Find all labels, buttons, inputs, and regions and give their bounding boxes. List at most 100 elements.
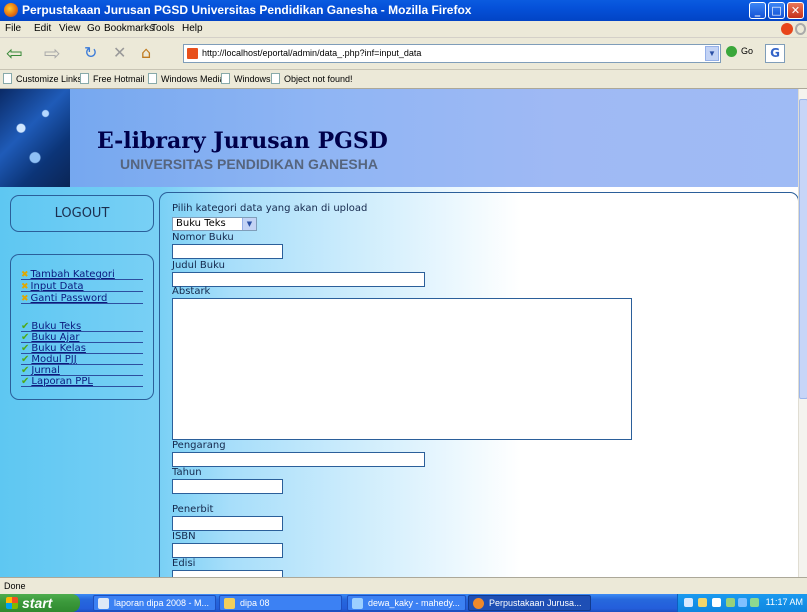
forward-button[interactable]: ⇨ <box>44 42 61 64</box>
maximize-button[interactable]: □ <box>768 2 785 19</box>
firefox-icon <box>473 598 484 609</box>
abstrak-textarea[interactable] <box>172 298 632 440</box>
status-bar: Done <box>0 577 807 594</box>
chevron-down-icon: ▼ <box>242 218 256 230</box>
menu-help[interactable]: Help <box>182 23 203 34</box>
clock[interactable]: 11:17 AM <box>766 597 803 607</box>
nomor-buku-label: Nomor Buku <box>172 232 234 243</box>
check-icon: ✔ <box>21 354 30 365</box>
menu-link-tambah-kategori[interactable]: ✖ Tambah Kategori <box>21 269 143 280</box>
site-logo <box>0 89 70 187</box>
form-intro-label: Pilih kategori data yang akan di upload <box>172 203 368 214</box>
title-bar[interactable]: Perpustakaan Jurusan PGSD Universitas Pe… <box>0 0 807 21</box>
category-select[interactable]: Buku Teks ▼ <box>172 217 257 231</box>
throbber-icon <box>795 23 806 35</box>
scrollbar-thumb[interactable] <box>799 99 807 399</box>
abstrak-label: Abstark <box>172 286 211 297</box>
home-button[interactable]: ⌂ <box>141 42 151 64</box>
edisi-label: Edisi <box>172 558 196 569</box>
tahun-input[interactable] <box>172 479 283 494</box>
menu-link-buku-ajar[interactable]: ✔ Buku Ajar <box>21 332 143 343</box>
penerbit-label: Penerbit <box>172 504 214 515</box>
bookmarks-toolbar: Customize Links Free Hotmail Windows Med… <box>0 70 807 89</box>
window-title: Perpustakaan Jurusan PGSD Universitas Pe… <box>22 3 472 17</box>
site-subtitle: UNIVERSITAS PENDIDIKAN GANESHA <box>120 156 378 172</box>
edisi-input[interactable] <box>172 570 283 577</box>
page-favicon-icon <box>187 48 198 59</box>
task-laporan-dipa[interactable]: laporan dipa 2008 - M... <box>93 595 216 611</box>
windows-logo-icon <box>6 597 18 609</box>
penerbit-input[interactable] <box>172 516 283 531</box>
menu-go[interactable]: Go <box>87 23 100 34</box>
page-icon <box>148 73 157 84</box>
bookmark-windows-media[interactable]: Windows Media <box>148 73 225 84</box>
tray-icon[interactable] <box>698 598 707 607</box>
judul-buku-label: Judul Buku <box>172 260 225 271</box>
url-bar[interactable]: http://localhost/eportal/admin/data_.php… <box>183 44 721 63</box>
stop-button[interactable]: ✕ <box>113 42 126 64</box>
menu-link-modul-pjj[interactable]: ✔ Modul PJJ <box>21 354 143 365</box>
minimize-button[interactable]: _ <box>749 2 766 19</box>
star-icon: ✖ <box>21 294 29 304</box>
menu-link-ganti-password[interactable]: ✖ Ganti Password <box>21 293 143 304</box>
menu-edit[interactable]: Edit <box>34 23 51 34</box>
bookmark-free-hotmail[interactable]: Free Hotmail <box>80 73 145 84</box>
bookmark-customize-links[interactable]: Customize Links <box>3 73 82 84</box>
menu-link-jurnal[interactable]: ✔ Jurnal <box>21 365 143 376</box>
tray-icon[interactable] <box>684 598 693 607</box>
check-icon: ✔ <box>21 343 30 354</box>
menu-bookmarks[interactable]: Bookmarks <box>104 23 154 34</box>
task-perpustakaan[interactable]: Perpustakaan Jurusa... <box>468 595 591 611</box>
menu-link-laporan-ppl[interactable]: ✔ Laporan PPL <box>21 376 143 387</box>
vertical-scrollbar[interactable] <box>798 89 807 577</box>
isbn-input[interactable] <box>172 543 283 558</box>
tray-icon[interactable] <box>738 598 747 607</box>
navigation-toolbar: ⇦ ⇨ ↻ ✕ ⌂ http://localhost/eportal/admin… <box>0 38 807 70</box>
tray-icon[interactable] <box>726 598 735 607</box>
reload-button[interactable]: ↻ <box>84 42 97 64</box>
admin-menu: ✖ Tambah Kategori ✖ Input Data ✖ Ganti Pass… <box>10 254 154 400</box>
site-title: E-library Jurusan PGSD <box>97 128 388 154</box>
tray-icon[interactable] <box>712 598 721 607</box>
menu-link-buku-kelas[interactable]: ✔ Buku Kelas <box>21 343 143 354</box>
page-icon <box>271 73 280 84</box>
start-button[interactable]: start <box>0 594 80 612</box>
check-icon: ✔ <box>21 332 30 343</box>
tahun-label: Tahun <box>172 467 202 478</box>
search-box[interactable]: G <box>765 44 785 63</box>
bookmark-windows[interactable]: Windows <box>221 73 271 84</box>
url-dropdown-icon[interactable]: ▼ <box>705 46 719 61</box>
menu-file[interactable]: File <box>5 23 21 34</box>
pengarang-label: Pengarang <box>172 440 226 451</box>
star-icon: ✖ <box>21 282 29 292</box>
menu-view[interactable]: View <box>59 23 81 34</box>
menu-link-buku-teks[interactable]: ✔ Buku Teks <box>21 321 143 332</box>
browser-icon <box>352 598 363 609</box>
logout-link[interactable]: LOGOUT <box>10 195 154 232</box>
system-tray: 11:17 AM <box>677 594 807 612</box>
judul-buku-input[interactable] <box>172 272 425 287</box>
star-icon: ✖ <box>21 270 29 280</box>
close-button[interactable]: ✕ <box>787 2 804 19</box>
tray-icon[interactable] <box>750 598 759 607</box>
site-header: E-library Jurusan PGSD UNIVERSITAS PENDI… <box>0 89 798 187</box>
isbn-label: ISBN <box>172 531 196 542</box>
windows-taskbar: start laporan dipa 2008 - M... dipa 08 d… <box>0 594 807 612</box>
folder-icon <box>224 598 235 609</box>
nomor-buku-input[interactable] <box>172 244 283 259</box>
firefox-icon <box>4 3 18 17</box>
bookmark-object-not-found[interactable]: Object not found! <box>271 73 353 84</box>
menu-tools[interactable]: Tools <box>151 23 174 34</box>
url-text: http://localhost/eportal/admin/data_.php… <box>202 48 422 58</box>
task-dipa-08[interactable]: dipa 08 <box>219 595 342 611</box>
pengarang-input[interactable] <box>172 452 425 467</box>
menu-bar: File Edit View Go Bookmarks Tools Help <box>0 21 807 38</box>
check-icon: ✔ <box>21 321 30 332</box>
back-button[interactable]: ⇦ <box>6 42 23 64</box>
word-doc-icon <box>98 598 109 609</box>
page-icon <box>80 73 89 84</box>
go-button[interactable]: Go <box>726 46 753 58</box>
firefox-window: Perpustakaan Jurusan PGSD Universitas Pe… <box>0 0 807 612</box>
menu-link-input-data[interactable]: ✖ Input Data <box>21 281 143 292</box>
task-dewa-kaky[interactable]: dewa_kaky - mahedy... <box>347 595 466 611</box>
